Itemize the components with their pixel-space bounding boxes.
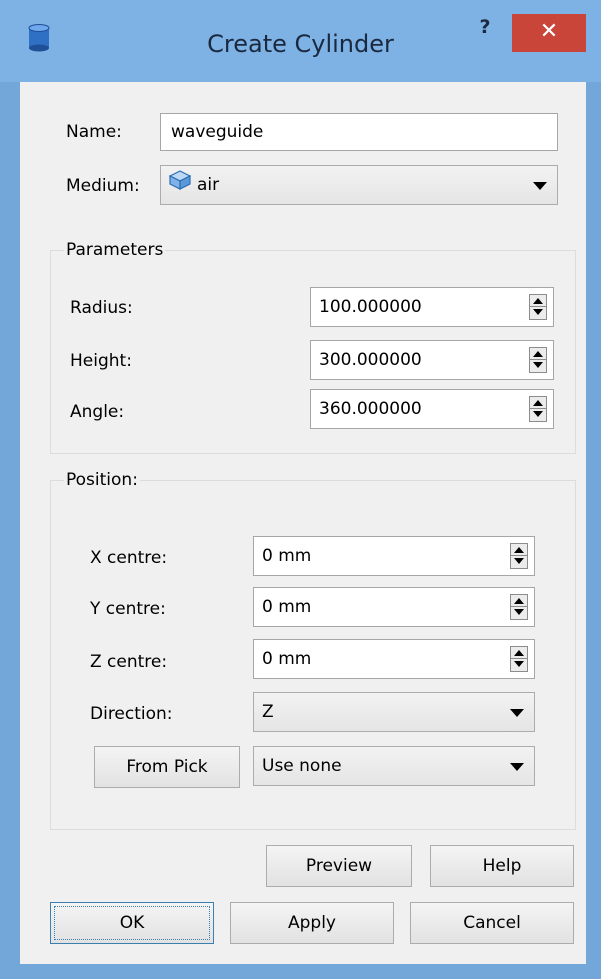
z-centre-value: 0 mm [262,649,312,669]
arrow-down-icon [533,362,543,368]
ok-button[interactable]: OK [50,902,214,944]
title-bar[interactable]: Create Cylinder ? ✕ [0,0,601,82]
arrow-up-icon [514,650,524,656]
window-title: Create Cylinder [207,30,394,58]
direction-value: Z [262,702,274,722]
help-button[interactable]: Help [430,845,574,887]
medium-value: air [197,175,220,195]
x-centre-label: X centre: [90,548,168,568]
arrow-up-icon [514,598,524,604]
x-centre-stepper[interactable] [510,543,528,569]
arrow-up-icon [533,400,543,406]
arrow-down-icon [533,411,543,417]
medium-select[interactable]: air [160,165,558,205]
pick-mode-value: Use none [262,756,342,776]
arrow-down-icon [533,309,543,315]
close-icon: ✕ [539,19,559,44]
y-centre-label: Y centre: [90,599,166,619]
close-button[interactable]: ✕ [512,14,586,52]
height-spinbox[interactable]: 300.000000 [310,340,554,380]
arrow-up-icon [533,298,543,304]
y-centre-stepper[interactable] [510,594,528,620]
medium-label: Medium: [66,176,140,196]
x-centre-value: 0 mm [262,546,312,566]
height-value: 300.000000 [319,350,422,370]
name-input[interactable]: waveguide [160,113,558,151]
height-stepper[interactable] [529,347,547,373]
radius-spinbox[interactable]: 100.000000 [310,287,554,327]
dialog-window: Create Cylinder ? ✕ Name: waveguide Medi… [0,0,601,979]
z-centre-label: Z centre: [90,652,168,672]
name-label: Name: [66,122,122,142]
height-label: Height: [70,351,132,371]
dialog-body: Name: waveguide Medium: air Parameters R… [20,82,586,964]
help-title-button[interactable]: ? [470,14,500,40]
angle-label: Angle: [70,402,125,422]
radius-stepper[interactable] [529,294,547,320]
chevron-down-icon [510,709,524,717]
parameters-group-title: Parameters [64,240,166,260]
arrow-up-icon [514,547,524,553]
angle-stepper[interactable] [529,396,547,422]
cancel-button[interactable]: Cancel [410,902,574,944]
position-group-title: Position: [64,470,140,490]
chevron-down-icon [510,763,524,771]
direction-select[interactable]: Z [253,692,535,732]
angle-value: 360.000000 [319,399,422,419]
arrow-down-icon [514,558,524,564]
direction-label: Direction: [90,704,173,724]
angle-spinbox[interactable]: 360.000000 [310,389,554,429]
y-centre-spinbox[interactable]: 0 mm [253,587,535,627]
arrow-down-icon [514,661,524,667]
z-centre-stepper[interactable] [510,646,528,672]
from-pick-button[interactable]: From Pick [94,746,240,788]
apply-button[interactable]: Apply [230,902,394,944]
preview-button[interactable]: Preview [266,845,412,887]
y-centre-value: 0 mm [262,597,312,617]
radius-value: 100.000000 [319,297,422,317]
radius-label: Radius: [70,298,133,318]
chevron-down-icon [533,182,547,190]
pick-mode-select[interactable]: Use none [253,746,535,786]
cube-icon [168,166,192,204]
arrow-down-icon [514,609,524,615]
arrow-up-icon [533,351,543,357]
z-centre-spinbox[interactable]: 0 mm [253,639,535,679]
x-centre-spinbox[interactable]: 0 mm [253,536,535,576]
